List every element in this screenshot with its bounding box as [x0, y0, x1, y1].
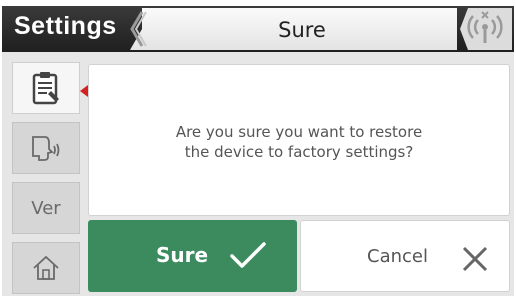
header-bar: Settings Sure: [2, 6, 514, 52]
sure-button[interactable]: Sure: [88, 220, 297, 292]
app-title: Settings: [14, 12, 117, 40]
settings-screen: Settings Sure Ver Are you sure you want …: [2, 6, 514, 296]
check-icon: [230, 242, 266, 268]
sidebar-item-version[interactable]: Ver: [12, 182, 80, 234]
dialog-message-line-1: Are you sure you want to restore: [175, 123, 423, 141]
wireless-signal-icon: [467, 11, 503, 43]
screen-title: Sure: [278, 18, 326, 42]
dialog-message-line-2: the device to factory settings?: [184, 143, 414, 161]
sure-button-label: Sure: [156, 243, 209, 267]
back-button[interactable]: [126, 10, 148, 48]
sidebar-item-home[interactable]: [12, 242, 80, 294]
voice-speaker-icon: [32, 136, 60, 161]
wireless-status-button[interactable]: [456, 10, 514, 48]
sidebar-item-voice[interactable]: [12, 122, 80, 174]
active-indicator: [80, 85, 88, 97]
cancel-button[interactable]: Cancel: [300, 220, 510, 292]
clipboard-edit-icon: [32, 72, 59, 105]
sidebar-item-factory-reset[interactable]: [12, 62, 80, 114]
close-icon: [462, 246, 488, 272]
confirm-dialog: Are you sure you want to restore the dev…: [88, 64, 510, 216]
home-icon: [33, 255, 59, 280]
version-label: Ver: [31, 197, 61, 219]
dialog-message: Are you sure you want to restore the dev…: [89, 122, 509, 162]
chevron-left-icon: [130, 11, 147, 47]
cancel-button-label: Cancel: [367, 246, 428, 267]
